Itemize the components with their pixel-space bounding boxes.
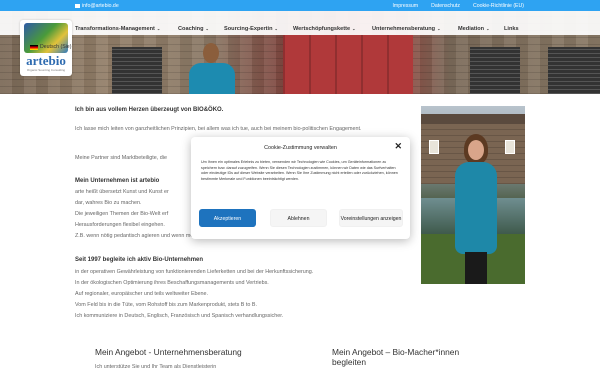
chevron-down-icon: ⌄: [156, 26, 161, 31]
close-icon[interactable]: ✕: [394, 142, 402, 151]
preferences-button[interactable]: Voreinstellungen anzeigen: [339, 209, 403, 227]
nav-item-mediation[interactable]: Mediation ⌄: [458, 26, 489, 32]
language-switcher[interactable]: Deutsch (Sie): [30, 44, 71, 50]
cookie-consent-dialog: Cookie-Zustimmung verwalten ✕ Um Ihnen e…: [191, 137, 410, 239]
artebio-line: Herausforderungen flexibel eingehen.: [75, 222, 165, 228]
email-contact[interactable]: info@artebio.de: [75, 3, 119, 9]
offer-bio-makers-line2: begleiten: [332, 357, 366, 367]
envelope-icon: [75, 4, 80, 8]
nav-item-links[interactable]: Links: [504, 26, 519, 32]
nav-item-coaching[interactable]: Coaching ⌄: [178, 26, 209, 32]
heading-bio-oeko: Ich bin aus vollem Herzen überzeugt von …: [75, 107, 224, 113]
language-label: Deutsch (Sie): [40, 44, 72, 50]
impressum-link[interactable]: Impressum: [392, 3, 418, 9]
chevron-down-icon: ⌄: [274, 26, 278, 31]
datenschutz-link[interactable]: Datenschutz: [431, 3, 460, 9]
nav-label: Unternehmensberatung: [372, 26, 436, 32]
chevron-down-icon: ⌄: [205, 26, 209, 31]
top-bar: info@artebio.de Impressum Datenschutz Co…: [0, 0, 600, 11]
email-link[interactable]: info@artebio.de: [82, 3, 119, 9]
portrait-photo: [421, 106, 525, 284]
offer-consulting-subtitle: Ich unterstütze Sie und Ihr Team als Die…: [95, 364, 217, 370]
nav-label: Coaching: [178, 26, 204, 32]
artebio-line: arte heißt übersetzt Kunst und Kunst er: [75, 189, 169, 195]
accept-button[interactable]: Akzeptieren: [199, 209, 256, 227]
chevron-down-icon: ⌄: [352, 26, 356, 31]
since-1997-line: Auf regionaler, europäischer und teils w…: [75, 291, 209, 297]
nav-item-sourcing-expertin[interactable]: Sourcing-Expertin ⌄: [224, 26, 278, 32]
since-1997-line: in der operativen Gewährleistung von fun…: [75, 269, 314, 275]
intro-paragraph: Ich lasse mich leiten von ganzheitlichen…: [75, 126, 362, 132]
heading-artebio: Mein Unternehmen ist artebio: [75, 178, 160, 184]
artebio-line: Die jeweiligen Themen der Bio-Welt erf: [75, 211, 169, 217]
chevron-down-icon: ⌄: [437, 26, 441, 31]
partners-paragraph: Meine Partner sind Marktbeteiligte, die: [75, 155, 167, 161]
flag-de-icon: [30, 44, 38, 50]
logo-name: artebio: [26, 53, 66, 68]
logo-tagline: Organic Sourcing Consulting: [26, 68, 66, 72]
since-1997-line: Ich kommuniziere in Deutsch, Englisch, F…: [75, 313, 284, 319]
offer-bio-makers-line1: Mein Angebot – Bio-Macher*innen: [332, 347, 460, 357]
offer-consulting-title: Mein Angebot - Unternehmensberatung: [95, 347, 242, 357]
cookie-dialog-text: Um Ihnen ein optimales Erlebnis zu biete…: [201, 160, 398, 181]
chevron-down-icon: ⌄: [486, 26, 490, 31]
nav-label: Mediation: [458, 26, 485, 32]
cookie-policy-link[interactable]: Cookie-Richtlinie (EU): [473, 3, 524, 9]
artebio-line: dar, wahres Bio zu machen.: [75, 200, 142, 206]
nav-label: Links: [504, 26, 519, 32]
window-shutter: [548, 47, 600, 94]
cookie-dialog-title: Cookie-Zustimmung verwalten: [264, 145, 337, 151]
nav-label: Transformations-Management: [75, 26, 155, 32]
since-1997-line: Vom Feld bis in die Tüte, vom Rohstoff b…: [75, 302, 257, 308]
window-shutter: [470, 47, 520, 94]
nav-label: Sourcing-Expertin: [224, 26, 273, 32]
top-links: Impressum Datenschutz Cookie-Richtlinie …: [392, 3, 524, 9]
offer-bio-makers-title: Mein Angebot – Bio-Macher*innen begleite…: [332, 347, 459, 367]
window-shutter: [112, 47, 162, 94]
nav-item-wertschoepfungskette[interactable]: Wertschöpfungskette ⌄: [293, 26, 355, 32]
header-person-image: [183, 35, 241, 94]
nav-item-transformations-management[interactable]: Transformations-Management ⌄: [75, 26, 160, 32]
red-barn-door: [283, 35, 413, 94]
nav-item-unternehmensberatung[interactable]: Unternehmensberatung ⌄: [372, 26, 440, 32]
nav-label: Wertschöpfungskette: [293, 26, 351, 32]
header-banner: [0, 11, 600, 94]
heading-since-1997: Seit 1997 begleite ich aktiv Bio-Unterne…: [75, 257, 204, 263]
deny-button[interactable]: Ablehnen: [270, 209, 327, 227]
since-1997-line: In der ökologischen Optimierung ihres Be…: [75, 280, 269, 286]
